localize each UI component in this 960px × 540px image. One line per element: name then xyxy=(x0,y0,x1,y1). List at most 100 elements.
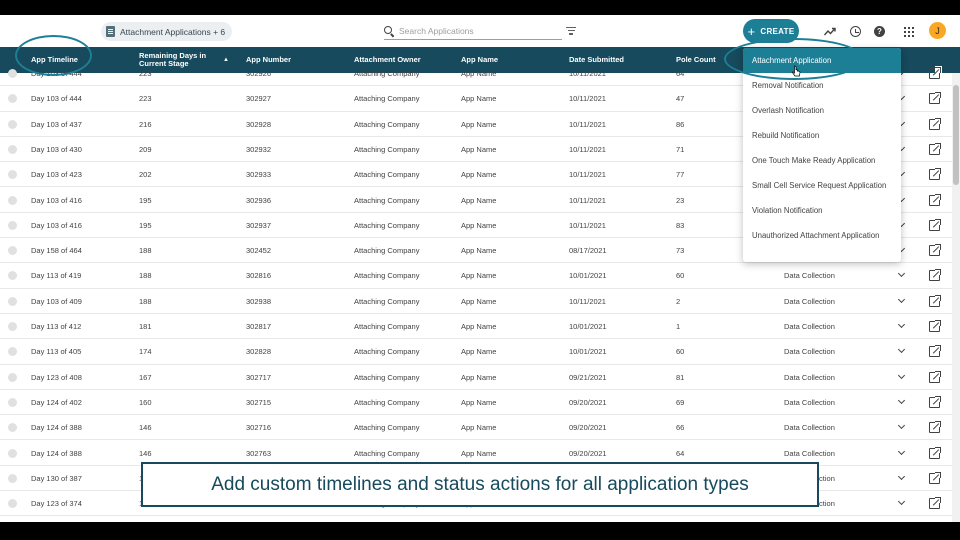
cell-attachment-owner: Attaching Company xyxy=(354,119,420,129)
cell-app-number: 302817 xyxy=(246,322,272,331)
cell-app-timeline: Day 124 of 402 xyxy=(31,397,82,407)
cell-pole-count: 71 xyxy=(676,144,685,154)
status-dot-icon xyxy=(8,296,17,306)
open-in-new-icon[interactable] xyxy=(929,116,942,130)
trending-icon[interactable] xyxy=(823,24,837,38)
open-in-new-icon[interactable] xyxy=(929,496,942,510)
app-window: Attachment Applications + 6 + CREATE ? J… xyxy=(0,15,960,522)
table-row[interactable]: Day 113 of 412 181 302817 Attaching Company… xyxy=(0,314,952,340)
cell-app-name: App Name xyxy=(461,296,497,306)
open-in-new-icon[interactable] xyxy=(929,268,942,282)
open-in-new-icon[interactable] xyxy=(929,293,942,307)
cell-remaining-days: 223 xyxy=(139,69,152,78)
open-in-new-icon[interactable] xyxy=(929,420,942,434)
open-in-new-icon[interactable] xyxy=(929,344,942,358)
open-in-new-icon[interactable] xyxy=(929,192,942,206)
cell-date-submitted: 10/11/2021 xyxy=(569,119,606,129)
cell-status: Data Collection xyxy=(784,271,835,281)
cell-date-submitted: 10/01/2021 xyxy=(569,322,607,331)
filter-chip[interactable]: Attachment Applications + 6 xyxy=(101,22,233,41)
table-row[interactable]: Day 123 of 408 167 302717 Attaching Company… xyxy=(0,365,952,390)
chevron-down-icon[interactable] xyxy=(897,321,906,330)
cell-app-timeline: Day 124 of 388 xyxy=(31,423,82,433)
open-in-new-icon[interactable] xyxy=(929,141,942,155)
help-icon[interactable]: ? xyxy=(874,26,885,37)
status-dot-icon xyxy=(8,195,17,205)
open-in-new-icon[interactable] xyxy=(929,167,942,181)
cell-app-timeline: Day 103 of 430 xyxy=(31,144,82,154)
cell-date-submitted: 10/11/2021 xyxy=(569,144,606,154)
cell-pole-count: 64 xyxy=(676,69,685,78)
menu-item[interactable]: Rebuild Notification xyxy=(743,123,901,148)
cell-app-name: App Name xyxy=(461,170,497,180)
open-in-new-icon[interactable] xyxy=(929,66,942,79)
chevron-down-icon[interactable] xyxy=(897,372,906,381)
chevron-down-icon[interactable] xyxy=(897,473,906,482)
clock-icon[interactable] xyxy=(850,26,861,37)
chevron-down-icon[interactable] xyxy=(897,296,906,305)
cell-pole-count: 1 xyxy=(676,322,681,331)
cell-date-submitted: 09/20/2021 xyxy=(569,423,607,433)
cell-app-name: App Name xyxy=(461,322,497,331)
open-in-new-icon[interactable] xyxy=(929,91,942,105)
open-in-new-icon[interactable] xyxy=(929,217,942,231)
cell-remaining-days: 174 xyxy=(139,347,152,357)
cell-attachment-owner: Attaching Company xyxy=(354,271,420,281)
menu-item[interactable]: Small Cell Service Request Application xyxy=(743,173,901,198)
menu-item[interactable]: Violation Notification xyxy=(743,198,901,223)
cell-app-number: 302926 xyxy=(246,69,272,78)
open-in-new-icon[interactable] xyxy=(929,445,942,459)
plus-icon: + xyxy=(747,23,756,39)
cell-attachment-owner: Attaching Company xyxy=(354,296,420,306)
cell-attachment-owner: Attaching Company xyxy=(354,195,420,205)
cell-remaining-days: 188 xyxy=(139,271,152,281)
cell-date-submitted: 10/11/2021 xyxy=(569,94,606,104)
apps-grid-icon[interactable] xyxy=(903,27,915,38)
open-in-new-icon[interactable] xyxy=(929,369,942,383)
chevron-down-icon[interactable] xyxy=(897,448,906,457)
cell-date-submitted: 10/01/2021 xyxy=(569,347,607,357)
open-in-new-icon[interactable] xyxy=(929,319,942,332)
cell-app-timeline: Day 103 of 437 xyxy=(31,119,82,129)
cell-remaining-days: 181 xyxy=(139,322,152,331)
cell-pole-count: 60 xyxy=(676,271,685,281)
search-input[interactable] xyxy=(399,26,549,36)
open-in-new-icon[interactable] xyxy=(929,394,942,408)
cell-attachment-owner: Attaching Company xyxy=(354,347,420,357)
highlight-ellipse-menu xyxy=(724,38,864,80)
cell-app-timeline: Day 124 of 388 xyxy=(31,448,82,458)
cell-app-timeline: Day 130 of 387 xyxy=(31,473,82,483)
table-row[interactable]: Day 103 of 409 188 302938 Attaching Company… xyxy=(0,289,952,314)
status-dot-icon xyxy=(8,423,17,433)
cell-pole-count: 81 xyxy=(676,372,685,382)
status-dot-icon xyxy=(8,499,17,509)
table-row[interactable]: Day 113 of 405 174 302828 Attaching Company… xyxy=(0,339,952,365)
cell-remaining-days: 167 xyxy=(139,372,152,382)
avatar[interactable]: J xyxy=(929,22,946,39)
cell-app-number: 302938 xyxy=(246,296,272,306)
chevron-down-icon[interactable] xyxy=(897,397,906,406)
open-in-new-icon[interactable] xyxy=(929,243,942,257)
cell-remaining-days: 223 xyxy=(139,94,152,104)
chevron-down-icon[interactable] xyxy=(897,270,906,279)
chevron-down-icon[interactable] xyxy=(897,422,906,431)
cell-attachment-owner: Attaching Company xyxy=(354,423,420,433)
cell-app-number: 302932 xyxy=(246,144,272,154)
table-row[interactable]: Day 124 of 402 160 302715 Attaching Company… xyxy=(0,390,952,416)
menu-item[interactable]: Overlash Notification xyxy=(743,98,901,123)
filter-icon[interactable] xyxy=(566,27,576,35)
open-in-new-icon[interactable] xyxy=(929,470,942,484)
status-dot-icon xyxy=(8,448,17,458)
table-row[interactable]: Day 124 of 388 146 302716 Attaching Company… xyxy=(0,415,952,441)
cell-app-number: 302717 xyxy=(246,372,272,382)
scrollbar-thumb[interactable] xyxy=(953,85,959,185)
status-dot-icon xyxy=(8,220,17,230)
chevron-down-icon[interactable] xyxy=(897,498,906,507)
table-row[interactable]: Day 113 of 419 188 302816 Attaching Company… xyxy=(0,263,952,289)
chevron-down-icon[interactable] xyxy=(897,346,906,355)
cell-pole-count: 60 xyxy=(676,347,685,357)
menu-item[interactable]: One Touch Make Ready Application xyxy=(743,148,901,173)
cell-date-submitted: 10/01/2021 xyxy=(569,271,607,281)
cell-remaining-days: 209 xyxy=(139,144,152,154)
menu-item[interactable]: Unauthorized Attachment Application xyxy=(743,223,901,248)
